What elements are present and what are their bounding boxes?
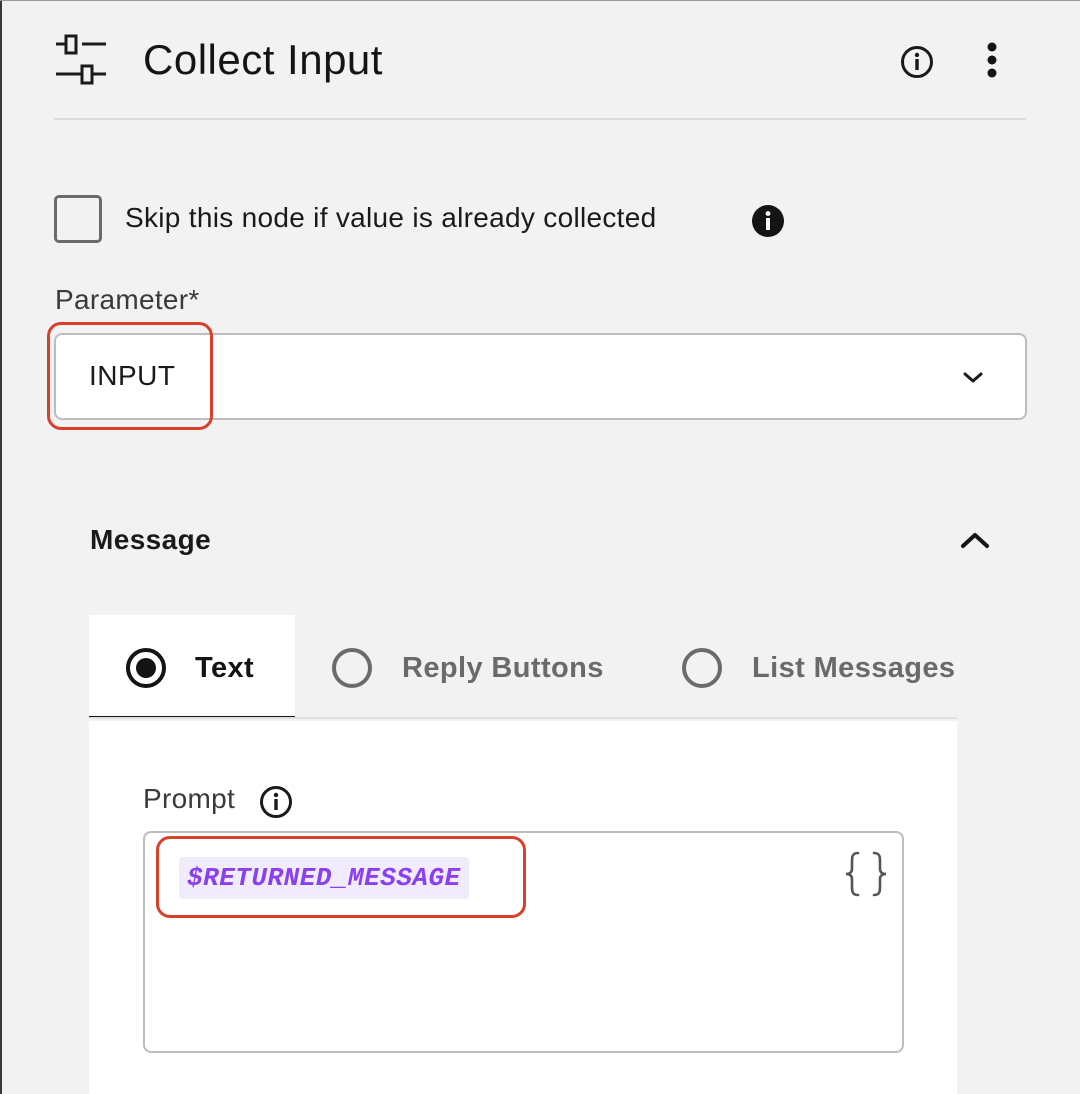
more-options-icon[interactable] [978, 40, 1006, 84]
info-filled-icon[interactable] [751, 204, 785, 238]
window-top-edge [0, 0, 1080, 1]
window-edge [0, 0, 2, 1094]
page-title: Collect Input [143, 36, 383, 83]
prompt-label: Prompt [143, 783, 236, 814]
prompt-input[interactable]: $RETURNED_MESSAGE [143, 831, 904, 1053]
message-section-title: Message [90, 524, 212, 555]
chevron-down-icon [963, 372, 983, 383]
info-icon[interactable] [259, 785, 293, 819]
skip-node-checkbox[interactable] [54, 195, 102, 243]
list-messages-radio[interactable] [682, 648, 722, 688]
text-radio[interactable] [126, 648, 166, 688]
tab-text[interactable]: Text [89, 615, 295, 717]
header-divider [54, 118, 1026, 120]
chevron-up-icon[interactable] [958, 526, 992, 554]
tab-list-messages[interactable]: List Messages [645, 615, 957, 717]
skip-node-label[interactable]: Skip this node if value is already colle… [125, 202, 657, 234]
tab-text-label: Text [195, 652, 255, 684]
info-icon[interactable] [900, 45, 934, 79]
parameter-select[interactable]: INPUT [54, 333, 1027, 420]
reply-buttons-radio[interactable] [332, 648, 372, 688]
tab-list-messages-label: List Messages [752, 652, 956, 684]
prompt-variable-token[interactable]: $RETURNED_MESSAGE [179, 857, 469, 899]
tab-reply-buttons-label: Reply Buttons [402, 652, 604, 684]
message-type-tabs: Text Reply Buttons List Messages [89, 615, 957, 719]
parameter-value: INPUT [89, 360, 176, 391]
collect-input-icon [56, 34, 106, 85]
message-body: Prompt $RETURNED_MESSAGE [89, 721, 957, 1094]
curly-braces-icon[interactable] [842, 849, 890, 899]
parameter-label: Parameter* [55, 284, 200, 315]
tab-reply-buttons[interactable]: Reply Buttons [295, 615, 645, 717]
